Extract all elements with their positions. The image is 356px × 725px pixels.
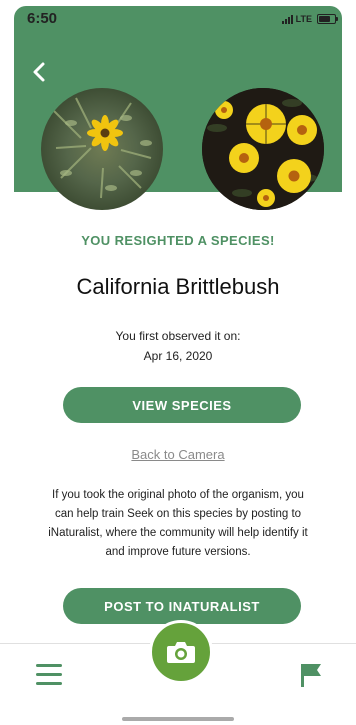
camera-icon — [167, 642, 195, 663]
flag-button[interactable] — [300, 662, 322, 688]
home-indicator — [122, 717, 234, 721]
info-text: If you took the original photo of the or… — [48, 489, 308, 558]
species-photo — [202, 88, 324, 210]
chevron-left-icon — [33, 62, 45, 82]
camera-button[interactable] — [149, 620, 213, 684]
status-indicators: LTE — [281, 14, 338, 24]
network-label: LTE — [295, 14, 312, 24]
hamburger-menu-icon — [36, 664, 62, 685]
signal-icon — [281, 14, 293, 24]
status-bar — [14, 6, 342, 44]
menu-button[interactable] — [36, 664, 62, 690]
back-to-camera-link[interactable]: Back to Camera — [0, 447, 356, 462]
post-to-inaturalist-button[interactable]: POST TO INATURALIST — [63, 588, 301, 624]
flag-icon — [301, 664, 321, 687]
view-species-button[interactable]: VIEW SPECIES — [63, 387, 301, 423]
first-observed-label: You first observed it on: — [115, 329, 241, 343]
original-observation-photo — [41, 88, 163, 210]
resighted-heading: YOU RESIGHTED A SPECIES! — [81, 233, 275, 248]
bottom-nav — [0, 620, 356, 725]
battery-icon — [317, 14, 338, 24]
first-observed-date: Apr 16, 2020 — [143, 349, 213, 363]
species-name: California Brittlebush — [76, 274, 280, 299]
first-observed-info: You first observed it on: Apr 16, 2020 — [0, 326, 356, 366]
header — [14, 44, 342, 210]
back-button[interactable] — [28, 60, 52, 84]
status-time: 6:50 — [27, 10, 58, 27]
